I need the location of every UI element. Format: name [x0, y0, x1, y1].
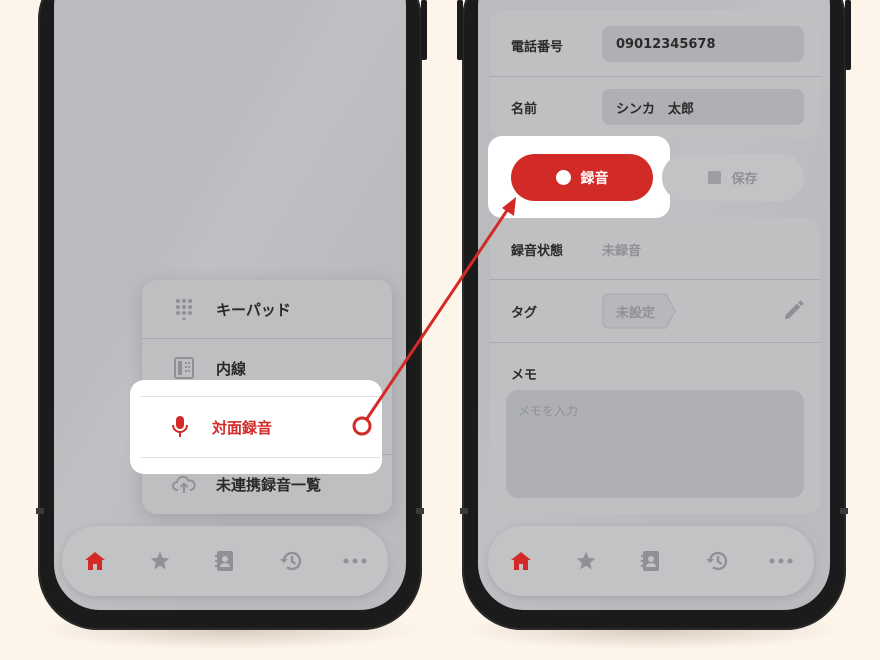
- divider: [490, 76, 820, 77]
- bottom-nav: [62, 526, 388, 596]
- cloud-upload-icon: [172, 472, 196, 496]
- record-button[interactable]: 録音: [511, 154, 653, 201]
- record-status-value: 未録音: [602, 244, 642, 259]
- history-icon[interactable]: [276, 547, 304, 575]
- microphone-icon: [168, 415, 192, 439]
- record-button-label: 録音: [580, 170, 609, 187]
- memo-textarea[interactable]: メモを入力: [506, 390, 804, 498]
- menu-item-label: 対面録音: [212, 418, 273, 437]
- star-icon[interactable]: [146, 547, 174, 575]
- name-field[interactable]: シンカ 太郎: [602, 89, 804, 125]
- home-icon[interactable]: [81, 547, 109, 575]
- more-icon[interactable]: [767, 547, 795, 575]
- save-button[interactable]: 保存: [662, 154, 804, 201]
- edit-pencil-icon[interactable]: [782, 300, 804, 326]
- menu-item-label: キーパッド: [216, 300, 291, 319]
- bottom-nav: [488, 526, 814, 596]
- tag-value: 未設定: [616, 306, 656, 321]
- menu-item-label: 内線: [216, 359, 247, 378]
- stop-square-icon: [708, 171, 722, 184]
- menu-item-keypad[interactable]: キーパッド: [142, 280, 392, 338]
- history-icon[interactable]: [702, 547, 730, 575]
- save-button-label: 保存: [731, 172, 758, 187]
- home-icon[interactable]: [507, 547, 535, 575]
- phone-number-field[interactable]: 09012345678: [602, 26, 804, 62]
- memo-placeholder: メモを入力: [518, 404, 579, 418]
- divider: [490, 279, 820, 280]
- record-dot-icon: [555, 170, 571, 185]
- contacts-icon[interactable]: [211, 547, 239, 575]
- memo-label: メモ: [511, 368, 538, 383]
- record-status-label: 録音状態: [511, 244, 564, 259]
- more-icon[interactable]: [341, 547, 369, 575]
- star-icon[interactable]: [572, 547, 600, 575]
- tag-label: タグ: [511, 306, 538, 321]
- extension-phone-icon: [172, 356, 196, 380]
- tag-chip[interactable]: 未設定: [602, 293, 676, 329]
- menu-item-label: 未連携録音一覧: [216, 475, 322, 494]
- divider: [490, 342, 820, 343]
- phone-number-label: 電話番号: [511, 40, 564, 55]
- keypad-icon: [172, 297, 196, 321]
- name-label: 名前: [511, 102, 538, 117]
- contacts-icon[interactable]: [637, 547, 665, 575]
- menu-item-face-to-face-recording[interactable]: 対面録音: [140, 396, 380, 458]
